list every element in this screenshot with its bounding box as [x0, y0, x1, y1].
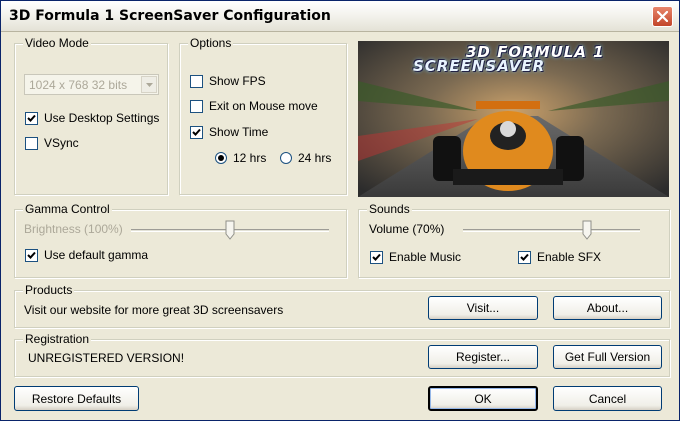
cancel-button[interactable]: Cancel	[553, 386, 662, 411]
checkmark-icon	[27, 114, 36, 122]
use-desktop-settings-checkbox[interactable]	[25, 112, 38, 125]
preview-image: 3D FORMULA 1 SCREENSAVER	[358, 41, 669, 197]
volume-slider-thumb[interactable]	[582, 220, 592, 240]
resolution-value: 1024 x 768 32 bits	[29, 78, 128, 92]
use-default-gamma-checkbox[interactable]	[25, 249, 38, 262]
checkmark-icon	[372, 253, 381, 261]
enable-sfx-label: Enable SFX	[537, 250, 602, 264]
show-fps-label: Show FPS	[209, 74, 266, 88]
brightness-label: Brightness (100%)	[24, 222, 123, 236]
checkmark-icon	[192, 128, 201, 136]
enable-music-checkbox[interactable]	[370, 251, 383, 264]
show-fps-checkbox[interactable]	[190, 75, 203, 88]
gamma-control-group: Gamma Control	[14, 202, 347, 278]
options-group: Options	[179, 36, 347, 195]
resolution-select[interactable]: 1024 x 768 32 bits	[24, 74, 159, 95]
sounds-group: Sounds	[358, 202, 670, 278]
sounds-legend: Sounds	[367, 202, 412, 216]
options-legend: Options	[188, 36, 234, 50]
hours-24-label: 24 hrs	[298, 151, 332, 165]
registration-legend: Registration	[23, 332, 92, 346]
about-button[interactable]: About...	[553, 296, 662, 320]
register-button[interactable]: Register...	[428, 345, 538, 369]
exit-on-mouse-move-label: Exit on Mouse move	[209, 99, 318, 113]
hours-24-radio[interactable]	[280, 152, 292, 164]
radio-dot-icon	[218, 155, 224, 161]
checkmark-icon	[520, 253, 529, 261]
title-bar: 3D Formula 1 ScreenSaver Configuration	[1, 1, 679, 32]
video-mode-legend: Video Mode	[23, 36, 91, 50]
use-desktop-settings-label: Use Desktop Settings	[44, 111, 160, 125]
registration-status: UNREGISTERED VERSION!	[28, 351, 185, 365]
products-text: Visit our website for more great 3D scre…	[24, 303, 284, 317]
close-icon	[657, 11, 668, 22]
vsync-checkbox[interactable]	[25, 137, 38, 150]
close-button[interactable]	[652, 6, 673, 27]
exit-on-mouse-move-checkbox[interactable]	[190, 100, 203, 113]
window-title: 3D Formula 1 ScreenSaver Configuration	[9, 8, 331, 24]
volume-slider-track[interactable]	[463, 229, 640, 232]
hours-12-label: 12 hrs	[233, 151, 267, 165]
show-time-label: Show Time	[209, 125, 269, 139]
chevron-down-icon	[141, 76, 157, 93]
enable-music-label: Enable Music	[389, 250, 462, 264]
ok-button[interactable]: OK	[428, 386, 538, 411]
get-full-version-button[interactable]: Get Full Version	[553, 345, 662, 369]
checkmark-icon	[27, 251, 36, 259]
hours-12-radio[interactable]	[215, 152, 227, 164]
brightness-slider-thumb[interactable]	[225, 220, 235, 240]
show-time-checkbox[interactable]	[190, 126, 203, 139]
restore-defaults-button[interactable]: Restore Defaults	[14, 386, 139, 411]
visit-button[interactable]: Visit...	[428, 296, 538, 320]
volume-label: Volume (70%)	[369, 222, 445, 236]
use-default-gamma-label: Use default gamma	[44, 248, 149, 262]
preview-subtitle: SCREENSAVER	[413, 57, 546, 75]
enable-sfx-checkbox[interactable]	[518, 251, 531, 264]
gamma-control-legend: Gamma Control	[23, 202, 112, 216]
products-legend: Products	[23, 283, 75, 297]
vsync-label: VSync	[44, 136, 79, 150]
config-dialog: 3D Formula 1 ScreenSaver Configuration V…	[0, 0, 680, 421]
